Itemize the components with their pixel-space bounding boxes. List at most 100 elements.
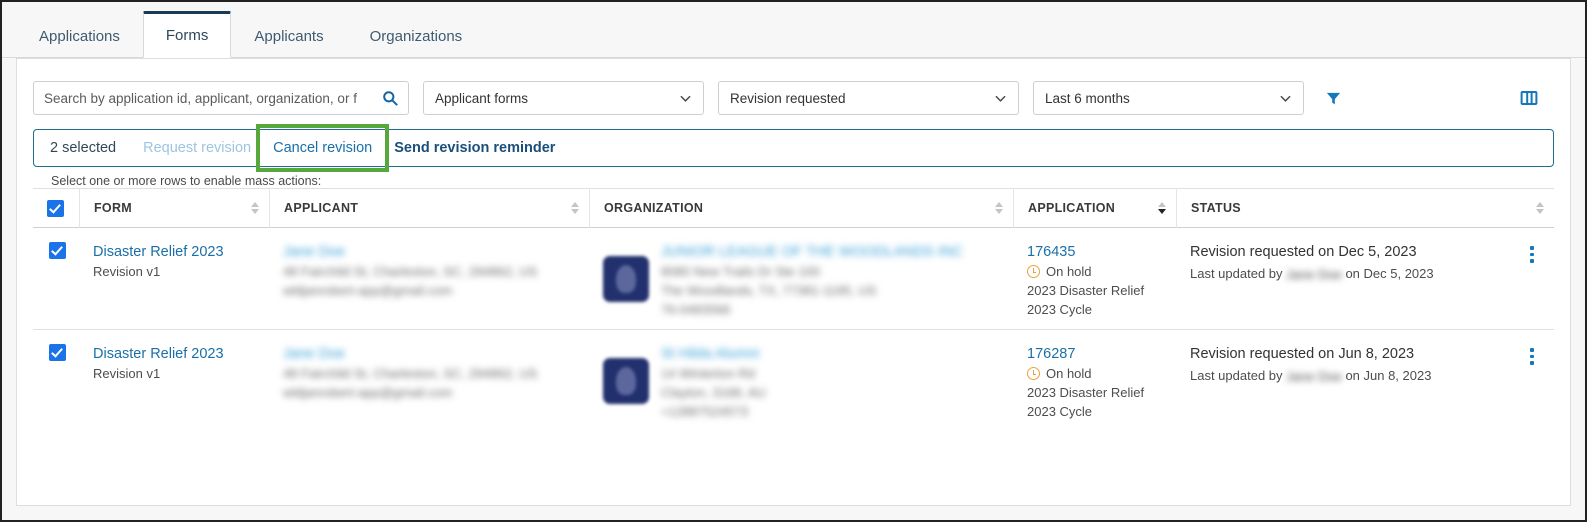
applicant-email: wldjanrobert-app@gmail.com	[283, 283, 453, 298]
columns-layout-icon[interactable]	[1518, 87, 1540, 109]
status-updated-by: Jane Doe	[1286, 267, 1342, 283]
tab-bar: Applications Forms Applicants Organizati…	[2, 2, 1585, 58]
chevron-down-icon	[1279, 92, 1292, 105]
organization-logo-avatar	[603, 256, 649, 302]
application-id-link[interactable]: 176435	[1027, 242, 1164, 262]
applicant-address: 48 Fairchild St, Charleston, SC, 294862,…	[283, 366, 538, 381]
row-organization-cell: St Hilda Alumni 14 Winterton Rd Clayton,…	[589, 344, 1013, 422]
organization-address-line1: 14 Winterton Rd	[661, 366, 755, 381]
row-form-cell: Disaster Relief 2023 Revision v1	[79, 344, 269, 422]
organization-name-link[interactable]: St Hilda Alumni	[661, 344, 766, 364]
screenshot-frame: Applications Forms Applicants Organizati…	[0, 0, 1587, 522]
row-select-checkbox[interactable]	[48, 242, 66, 259]
cancel-revision-action[interactable]: Cancel revision	[256, 124, 390, 172]
application-program: 2023 Disaster Relief	[1027, 385, 1145, 400]
status-updated-prefix: Last updated by	[1190, 266, 1283, 281]
status-updated-line: Last updated by Jane Doe on Dec 5, 2023	[1190, 263, 1434, 284]
application-id-link[interactable]: 176287	[1027, 344, 1164, 364]
tab-organizations[interactable]: Organizations	[347, 14, 486, 58]
select-all-checkbox-cell	[33, 188, 79, 228]
column-header-applicant[interactable]: APPLICANT	[269, 188, 589, 228]
applicant-address: 48 Fairchild St, Charleston, SC, 294862,…	[283, 264, 538, 279]
application-state: On hold	[1027, 364, 1164, 383]
column-header-application-label: APPLICATION	[1028, 201, 1116, 215]
mass-actions-bar: 2 selected Request revision Cancel revis…	[33, 124, 1554, 172]
status-updated-prefix: Last updated by	[1190, 368, 1283, 383]
tab-applicants[interactable]: Applicants	[231, 14, 346, 58]
date-range-select[interactable]: Last 6 months	[1033, 81, 1304, 115]
applicant-name-link[interactable]: Jane Doe	[283, 344, 577, 364]
selected-count-label: 2 selected	[50, 140, 117, 156]
search-icon[interactable]	[382, 90, 398, 106]
organization-identifier: +12887524573	[661, 404, 749, 419]
table-header-row: FORM APPLICANT ORGANIZATION APPLICATION …	[33, 188, 1554, 228]
status-updated-suffix: on Jun 8, 2023	[1345, 368, 1432, 383]
organization-identifier: 76-0483566	[661, 302, 731, 317]
table-row[interactable]: Disaster Relief 2023 Revision v1 Jane Do…	[33, 330, 1554, 432]
column-header-application[interactable]: APPLICATION	[1013, 188, 1176, 228]
column-header-form-label: FORM	[94, 201, 132, 215]
organization-address-line2: Clayton, 3168, AU	[661, 385, 766, 400]
date-range-value: Last 6 months	[1045, 90, 1130, 106]
filter-funnel-icon[interactable]	[1320, 85, 1346, 111]
tab-applications[interactable]: Applications	[16, 14, 143, 58]
row-select-checkbox[interactable]	[48, 344, 66, 361]
status-filter-select[interactable]: Revision requested	[718, 81, 1019, 115]
row-status-cell: Revision requested on Dec 5, 2023 Last u…	[1176, 242, 1554, 319]
mass-actions-section: 2 selected Request revision Cancel revis…	[17, 115, 1570, 188]
table-body: Disaster Relief 2023 Revision v1 Jane Do…	[33, 228, 1554, 432]
row-checkbox-cell	[33, 242, 79, 319]
tab-forms[interactable]: Forms	[142, 11, 232, 58]
select-all-checkbox[interactable]	[47, 199, 64, 217]
organization-name-link[interactable]: JUNIOR LEAGUE OF THE WOODLANDS INC	[661, 242, 963, 262]
form-type-value: Applicant forms	[435, 90, 529, 106]
application-state: On hold	[1027, 262, 1164, 281]
status-main-text: Revision requested on Dec 5, 2023	[1190, 244, 1417, 260]
row-applicant-cell: Jane Doe 48 Fairchild St, Charleston, SC…	[269, 344, 589, 422]
column-header-status-label: STATUS	[1191, 201, 1241, 215]
organization-logo-avatar	[603, 358, 649, 404]
form-name-link[interactable]: Disaster Relief 2023	[93, 344, 257, 364]
status-main-text: Revision requested on Jun 8, 2023	[1190, 346, 1415, 362]
request-revision-action[interactable]: Request revision	[132, 130, 262, 166]
column-header-organization[interactable]: ORGANIZATION	[589, 188, 1013, 228]
status-updated-line: Last updated by Jane Doe on Jun 8, 2023	[1190, 365, 1431, 386]
column-header-organization-label: ORGANIZATION	[604, 201, 704, 215]
row-applicant-cell: Jane Doe 48 Fairchild St, Charleston, SC…	[269, 242, 589, 319]
application-state-label: On hold	[1046, 366, 1092, 381]
form-revision-label: Revision v1	[93, 264, 161, 279]
organization-address-line2: The Woodlands, TX, 77381-1195, US	[661, 283, 877, 298]
sort-arrows-icon[interactable]	[1536, 202, 1544, 214]
table-row[interactable]: Disaster Relief 2023 Revision v1 Jane Do…	[33, 228, 1554, 330]
application-cycle: 2023 Cycle	[1027, 404, 1093, 419]
status-updated-suffix: on Dec 5, 2023	[1345, 266, 1434, 281]
application-program: 2023 Disaster Relief	[1027, 283, 1145, 298]
status-updated-by: Jane Doe	[1286, 369, 1342, 385]
clock-icon	[1027, 265, 1040, 278]
applicant-name-link[interactable]: Jane Doe	[283, 242, 577, 262]
search-input[interactable]	[44, 90, 378, 106]
row-form-cell: Disaster Relief 2023 Revision v1	[79, 242, 269, 319]
forms-table: FORM APPLICANT ORGANIZATION APPLICATION …	[17, 188, 1570, 432]
form-type-select[interactable]: Applicant forms	[423, 81, 704, 115]
row-actions-kebab-icon[interactable]	[1522, 344, 1542, 422]
status-filter-value: Revision requested	[730, 90, 846, 106]
column-header-status[interactable]: STATUS	[1176, 188, 1554, 228]
clock-icon	[1027, 367, 1040, 380]
row-application-cell: 176287 On hold 2023 Disaster Relief 2023…	[1013, 344, 1176, 422]
sort-arrows-icon[interactable]	[995, 202, 1003, 214]
send-revision-reminder-action[interactable]: Send revision reminder	[383, 130, 566, 166]
column-header-form[interactable]: FORM	[79, 188, 269, 228]
chevron-down-icon	[679, 92, 692, 105]
form-name-link[interactable]: Disaster Relief 2023	[93, 242, 257, 262]
search-box[interactable]	[33, 81, 409, 115]
applicant-email: wldjanrobert-app@gmail.com	[283, 385, 453, 400]
organization-address-line1: 8080 New Trails Dr Ste 100	[661, 264, 820, 279]
mass-actions-hint: Select one or more rows to enable mass a…	[51, 174, 322, 188]
sort-arrows-icon[interactable]	[251, 202, 259, 214]
form-revision-label: Revision v1	[93, 366, 161, 381]
sort-arrows-icon-active[interactable]	[1158, 202, 1166, 214]
application-state-label: On hold	[1046, 264, 1092, 279]
sort-arrows-icon[interactable]	[571, 202, 579, 214]
row-actions-kebab-icon[interactable]	[1522, 242, 1542, 319]
